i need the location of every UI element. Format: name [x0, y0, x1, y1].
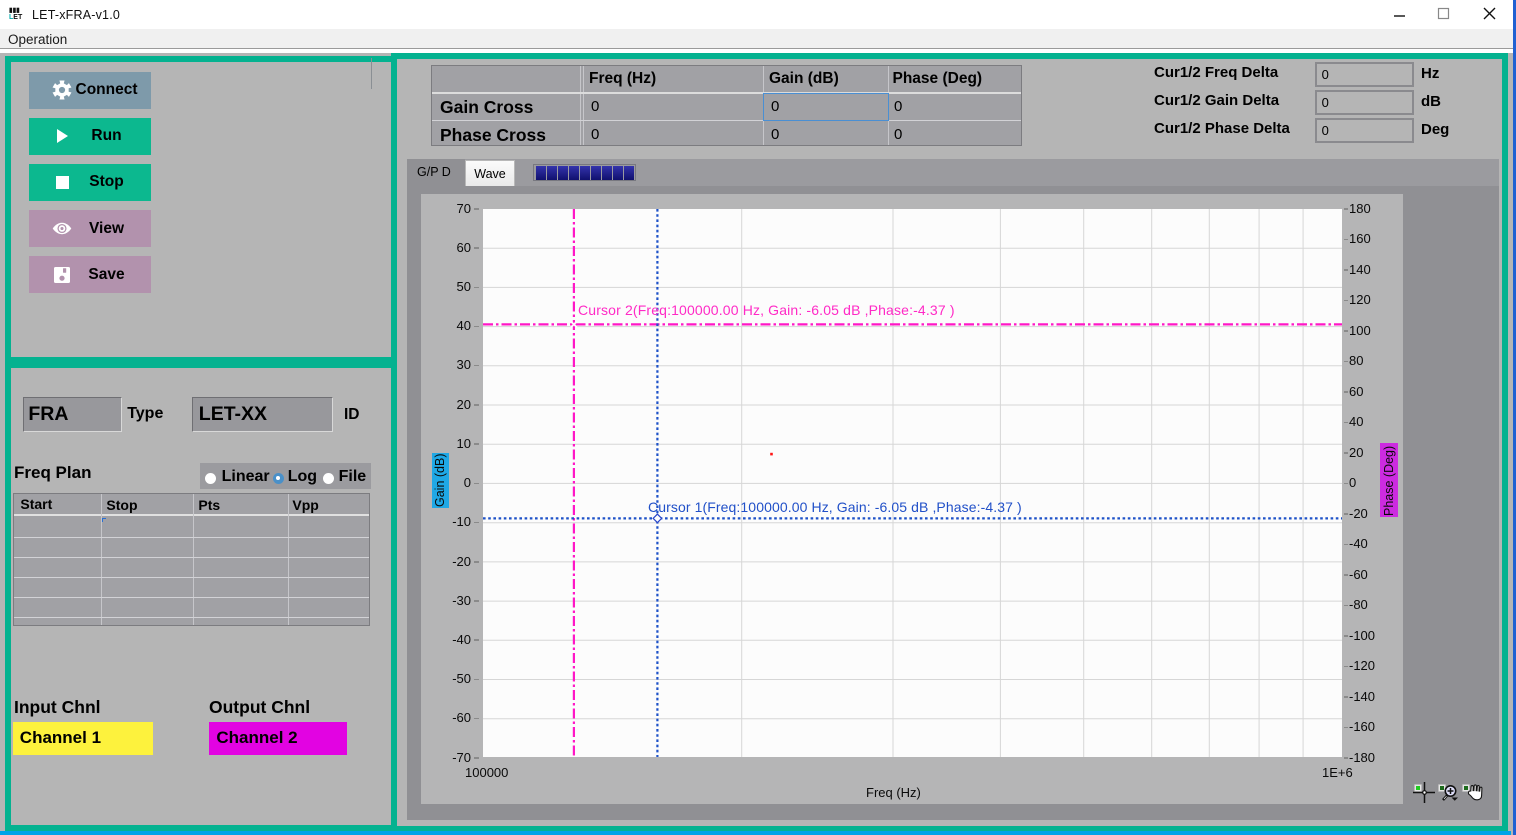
svg-text:▮▮▮: ▮▮▮: [9, 7, 20, 14]
svg-text:LET: LET: [9, 14, 23, 20]
